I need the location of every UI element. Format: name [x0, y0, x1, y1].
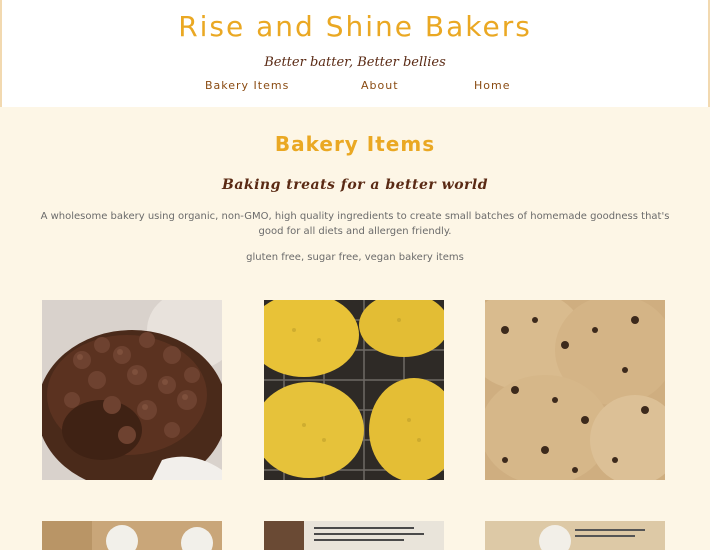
page-subheading: Baking treats for a better world	[221, 177, 489, 193]
corn-muffins-image	[264, 300, 444, 480]
photo-packaged-item-2[interactable]	[264, 521, 444, 550]
packaged-item-3-image	[485, 521, 665, 550]
photo-chocolate-chip-cookies[interactable]	[485, 300, 665, 480]
nav-link-about[interactable]: About	[361, 79, 399, 92]
dietary-subline: gluten free, sugar free, vegan bakery it…	[246, 252, 464, 263]
photo-packaged-item-1[interactable]	[42, 521, 222, 550]
site-title[interactable]: Rise and Shine Bakers	[2, 10, 708, 43]
photo-corn-muffins[interactable]	[264, 300, 444, 480]
chocolate-muffin-image	[42, 300, 222, 480]
bakery-description: A wholesome bakery using organic, non-GM…	[40, 211, 670, 237]
packaged-item-2-image	[264, 521, 444, 550]
packaged-item-1-image	[42, 521, 222, 550]
site-tagline: Better batter, Better bellies	[264, 55, 446, 70]
nav-link-bakery-items[interactable]: Bakery Items	[205, 79, 289, 92]
nav-link-home[interactable]: Home	[474, 79, 510, 92]
site-header: Rise and Shine Bakers Better batter, Bet…	[0, 0, 710, 107]
photo-chocolate-muffin[interactable]	[42, 300, 222, 480]
page-heading: Bakery Items	[274, 132, 436, 156]
photo-packaged-item-3[interactable]	[485, 521, 665, 550]
chocolate-chip-cookies-image	[485, 300, 665, 480]
